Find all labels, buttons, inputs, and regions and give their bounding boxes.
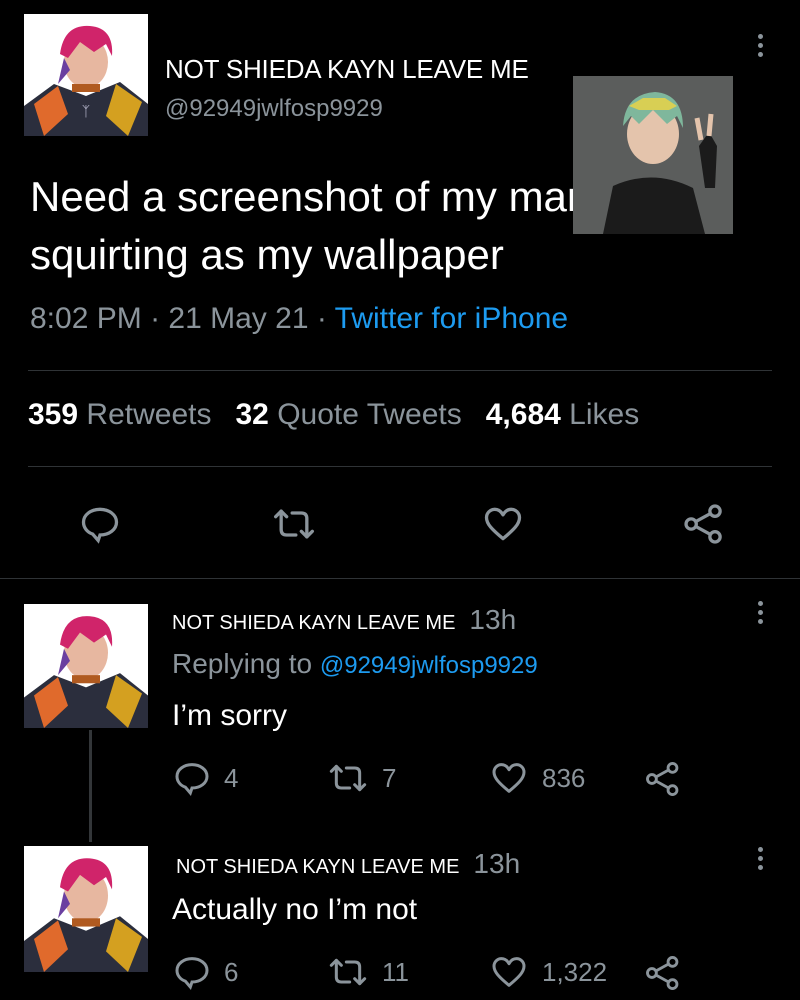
reply-time: 13h — [469, 604, 517, 635]
like-button[interactable] — [480, 502, 526, 546]
quotes-count: 32 — [235, 398, 269, 431]
reply-header: NOT SHIEDA KAYN LEAVE ME 13h — [176, 848, 520, 880]
tweet-time: 8:02 PM — [30, 302, 142, 335]
share-icon — [646, 956, 679, 990]
avatar[interactable]: ᛉ — [24, 14, 148, 136]
tweet-stats: 359 Retweets 32 Quote Tweets 4,684 Likes — [28, 398, 639, 432]
reply-button[interactable]: 6 — [172, 952, 238, 992]
avatar-image — [24, 846, 148, 972]
retweets-stat[interactable]: 359 Retweets — [28, 398, 211, 431]
reply-text: Actually no I’m not — [172, 893, 418, 926]
divider — [0, 578, 800, 579]
quotes-label: Quote Tweets — [277, 398, 462, 431]
thread-line — [89, 730, 92, 842]
avatar-image: ᛉ — [24, 14, 148, 136]
display-name[interactable]: NOT SHIEDA KAYN LEAVE ME — [165, 54, 529, 85]
more-icon[interactable] — [756, 34, 764, 64]
user-handle[interactable]: @92949jwlfosp9929 — [165, 95, 383, 123]
reply-button[interactable] — [78, 502, 122, 546]
retweet-button[interactable]: 11 — [326, 952, 409, 992]
likes-label: Likes — [569, 398, 640, 431]
more-icon[interactable] — [756, 847, 764, 877]
divider — [28, 466, 772, 467]
avatar[interactable] — [24, 604, 148, 728]
divider — [28, 370, 772, 371]
tweet-source-link[interactable]: Twitter for iPhone — [335, 302, 568, 335]
retweets-label: Retweets — [86, 398, 212, 431]
like-icon — [484, 507, 522, 541]
more-icon[interactable] — [756, 601, 764, 631]
share-button[interactable] — [644, 954, 682, 992]
like-count: 836 — [542, 762, 586, 793]
replying-label: Replying to — [172, 648, 313, 679]
retweet-button[interactable]: 7 — [326, 758, 396, 798]
overlay-image — [573, 76, 733, 234]
reply-button[interactable]: 4 — [172, 758, 238, 798]
retweet-icon — [329, 958, 367, 986]
retweet-icon — [274, 509, 314, 539]
replying-handle-link[interactable]: @92949jwlfosp9929 — [320, 652, 538, 679]
reply-count: 4 — [224, 762, 239, 793]
retweet-count: 11 — [382, 956, 409, 987]
retweet-button[interactable] — [270, 502, 318, 546]
tweet-date: 21 May 21 — [168, 302, 309, 335]
meta-separator: · — [150, 302, 161, 335]
share-icon — [684, 504, 722, 544]
reply-count: 6 — [224, 956, 239, 987]
likes-stat[interactable]: 4,684 Likes — [486, 398, 639, 431]
reply-header: NOT SHIEDA KAYN LEAVE ME 13h — [172, 604, 516, 636]
reply-icon — [81, 507, 119, 544]
like-icon — [492, 763, 526, 793]
quotes-stat[interactable]: 32 Quote Tweets — [235, 398, 461, 431]
retweets-count: 359 — [28, 398, 79, 431]
tweet-meta: 8:02 PM · 21 May 21 · Twitter for iPhone — [30, 302, 568, 336]
like-icon — [492, 957, 526, 987]
retweet-icon — [329, 764, 367, 792]
like-count: 1,322 — [542, 956, 608, 987]
reply-icon — [175, 763, 209, 796]
avatar-image — [24, 604, 148, 728]
share-button[interactable] — [682, 502, 726, 546]
replying-to: Replying to @92949jwlfosp9929 — [172, 648, 538, 680]
like-button[interactable]: 836 — [488, 758, 585, 798]
reply-display-name[interactable]: NOT SHIEDA KAYN LEAVE ME — [172, 612, 455, 635]
reply-time: 13h — [473, 848, 521, 879]
reply-text: I’m sorry — [172, 699, 287, 732]
svg-text:ᛉ: ᛉ — [82, 104, 90, 120]
like-button[interactable]: 1,322 — [488, 952, 607, 992]
share-button[interactable] — [644, 760, 682, 798]
likes-count: 4,684 — [485, 398, 561, 431]
retweet-count: 7 — [382, 762, 397, 793]
share-icon — [646, 762, 679, 796]
reply-display-name[interactable]: NOT SHIEDA KAYN LEAVE ME — [176, 856, 459, 879]
meta-separator: · — [316, 302, 327, 335]
avatar[interactable] — [24, 846, 148, 972]
reply-icon — [175, 957, 209, 990]
